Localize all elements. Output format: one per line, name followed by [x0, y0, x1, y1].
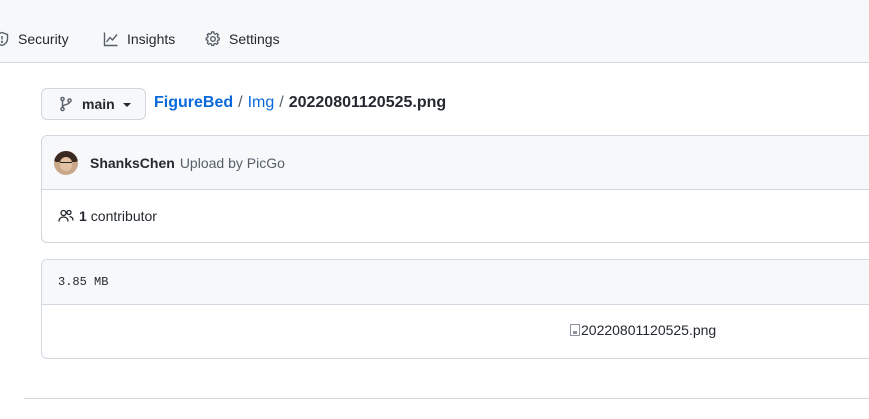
- commit-author-link[interactable]: ShanksChen: [90, 155, 175, 171]
- breadcrumb-separator: /: [279, 94, 284, 111]
- branch-select-button[interactable]: main: [41, 88, 146, 120]
- file-content: 20220801120525.png: [42, 305, 869, 358]
- image-preview[interactable]: 20220801120525.png: [570, 322, 716, 338]
- people-icon: [58, 209, 74, 222]
- file-size: 3.85 MB: [58, 275, 109, 289]
- contributor-count: 1: [79, 208, 87, 224]
- nav-insights[interactable]: Insights: [103, 28, 175, 50]
- breadcrumb: FigureBed / Img / 20220801120525.png: [154, 94, 446, 112]
- breadcrumb-file-name: 20220801120525.png: [288, 94, 447, 111]
- chevron-down-icon: [122, 102, 131, 107]
- nav-settings[interactable]: Settings: [205, 28, 280, 50]
- nav-insights-label: Insights: [127, 31, 176, 47]
- file-info-header: 3.85 MB: [42, 260, 869, 305]
- contributors-row[interactable]: 1 contributor: [42, 190, 869, 242]
- shield-icon: [0, 31, 9, 47]
- git-branch-icon: [60, 96, 72, 112]
- nav-security[interactable]: Security: [0, 28, 69, 50]
- breadcrumb-repo-link[interactable]: FigureBed: [154, 94, 233, 112]
- avatar[interactable]: [54, 150, 78, 175]
- breadcrumb-separator: /: [238, 94, 243, 111]
- nav-settings-label: Settings: [229, 31, 280, 47]
- branch-name: main: [82, 96, 115, 112]
- latest-commit-box: ShanksChen Upload by PicGo 1 contributor: [41, 135, 869, 243]
- commit-header: ShanksChen Upload by PicGo: [42, 136, 869, 190]
- graph-icon: [103, 32, 118, 47]
- contributor-label: contributor: [90, 208, 157, 224]
- breadcrumb-folder-link[interactable]: Img: [248, 94, 275, 112]
- gear-icon: [205, 31, 220, 47]
- commit-message-link[interactable]: Upload by PicGo: [180, 155, 285, 171]
- repo-nav: Security Insights Settings: [0, 0, 869, 63]
- image-alt-text: 20220801120525.png: [581, 322, 717, 338]
- broken-image-icon: [570, 324, 580, 336]
- file-viewer: 3.85 MB 20220801120525.png: [41, 259, 869, 359]
- divider: [24, 398, 869, 399]
- nav-security-label: Security: [18, 31, 69, 47]
